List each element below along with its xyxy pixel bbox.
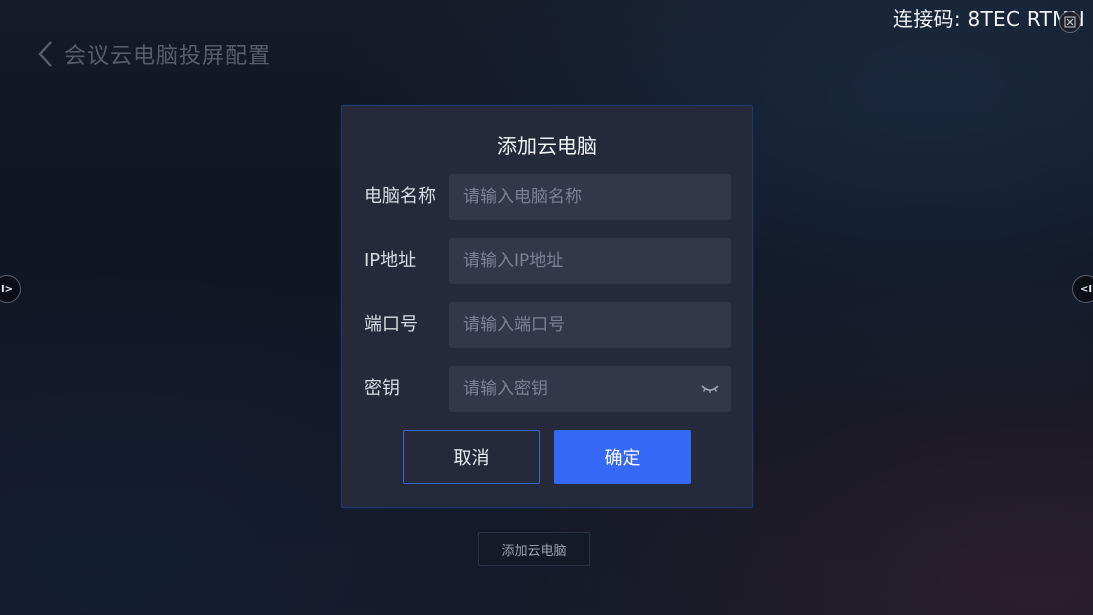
close-icon[interactable] bbox=[1059, 11, 1081, 33]
key-label: 密钥 bbox=[364, 378, 400, 399]
dialog-title: 添加云电脑 bbox=[497, 134, 597, 158]
form-row-pc-name: 电脑名称 bbox=[364, 174, 731, 220]
port-input[interactable] bbox=[449, 302, 731, 348]
right-handle-glyph: <I bbox=[1079, 283, 1093, 295]
right-drawer-handle[interactable]: <I bbox=[1072, 275, 1093, 303]
form-row-ip: IP地址 bbox=[364, 238, 731, 284]
left-handle-glyph: I> bbox=[0, 283, 14, 295]
add-cloud-pc-dialog: 添加云电脑 电脑名称 IP地址 端口号 密钥 取消 确定 bbox=[341, 105, 753, 508]
screen: 会议云电脑投屏配置 连接码: 8TEC RTMN I> <I 添加云电脑 电脑名… bbox=[0, 0, 1093, 615]
pc-name-label: 电脑名称 bbox=[364, 186, 436, 207]
chevron-left-icon[interactable] bbox=[36, 39, 56, 69]
confirm-button[interactable]: 确定 bbox=[554, 430, 691, 484]
left-drawer-handle[interactable]: I> bbox=[0, 275, 21, 303]
port-label: 端口号 bbox=[364, 314, 418, 335]
cancel-button[interactable]: 取消 bbox=[403, 430, 540, 484]
ip-input[interactable] bbox=[449, 238, 731, 284]
eye-closed-icon[interactable] bbox=[699, 381, 721, 397]
page-header: 会议云电脑投屏配置 bbox=[36, 38, 271, 70]
add-cloud-pc-button[interactable]: 添加云电脑 bbox=[478, 532, 590, 566]
pc-name-input[interactable] bbox=[449, 174, 731, 220]
form-row-port: 端口号 bbox=[364, 302, 731, 348]
connection-code: 连接码: 8TEC RTMN bbox=[892, 7, 1085, 31]
form-row-key: 密钥 bbox=[364, 366, 731, 412]
key-input[interactable] bbox=[449, 366, 731, 412]
ip-label: IP地址 bbox=[364, 250, 417, 271]
page-title: 会议云电脑投屏配置 bbox=[64, 44, 272, 69]
